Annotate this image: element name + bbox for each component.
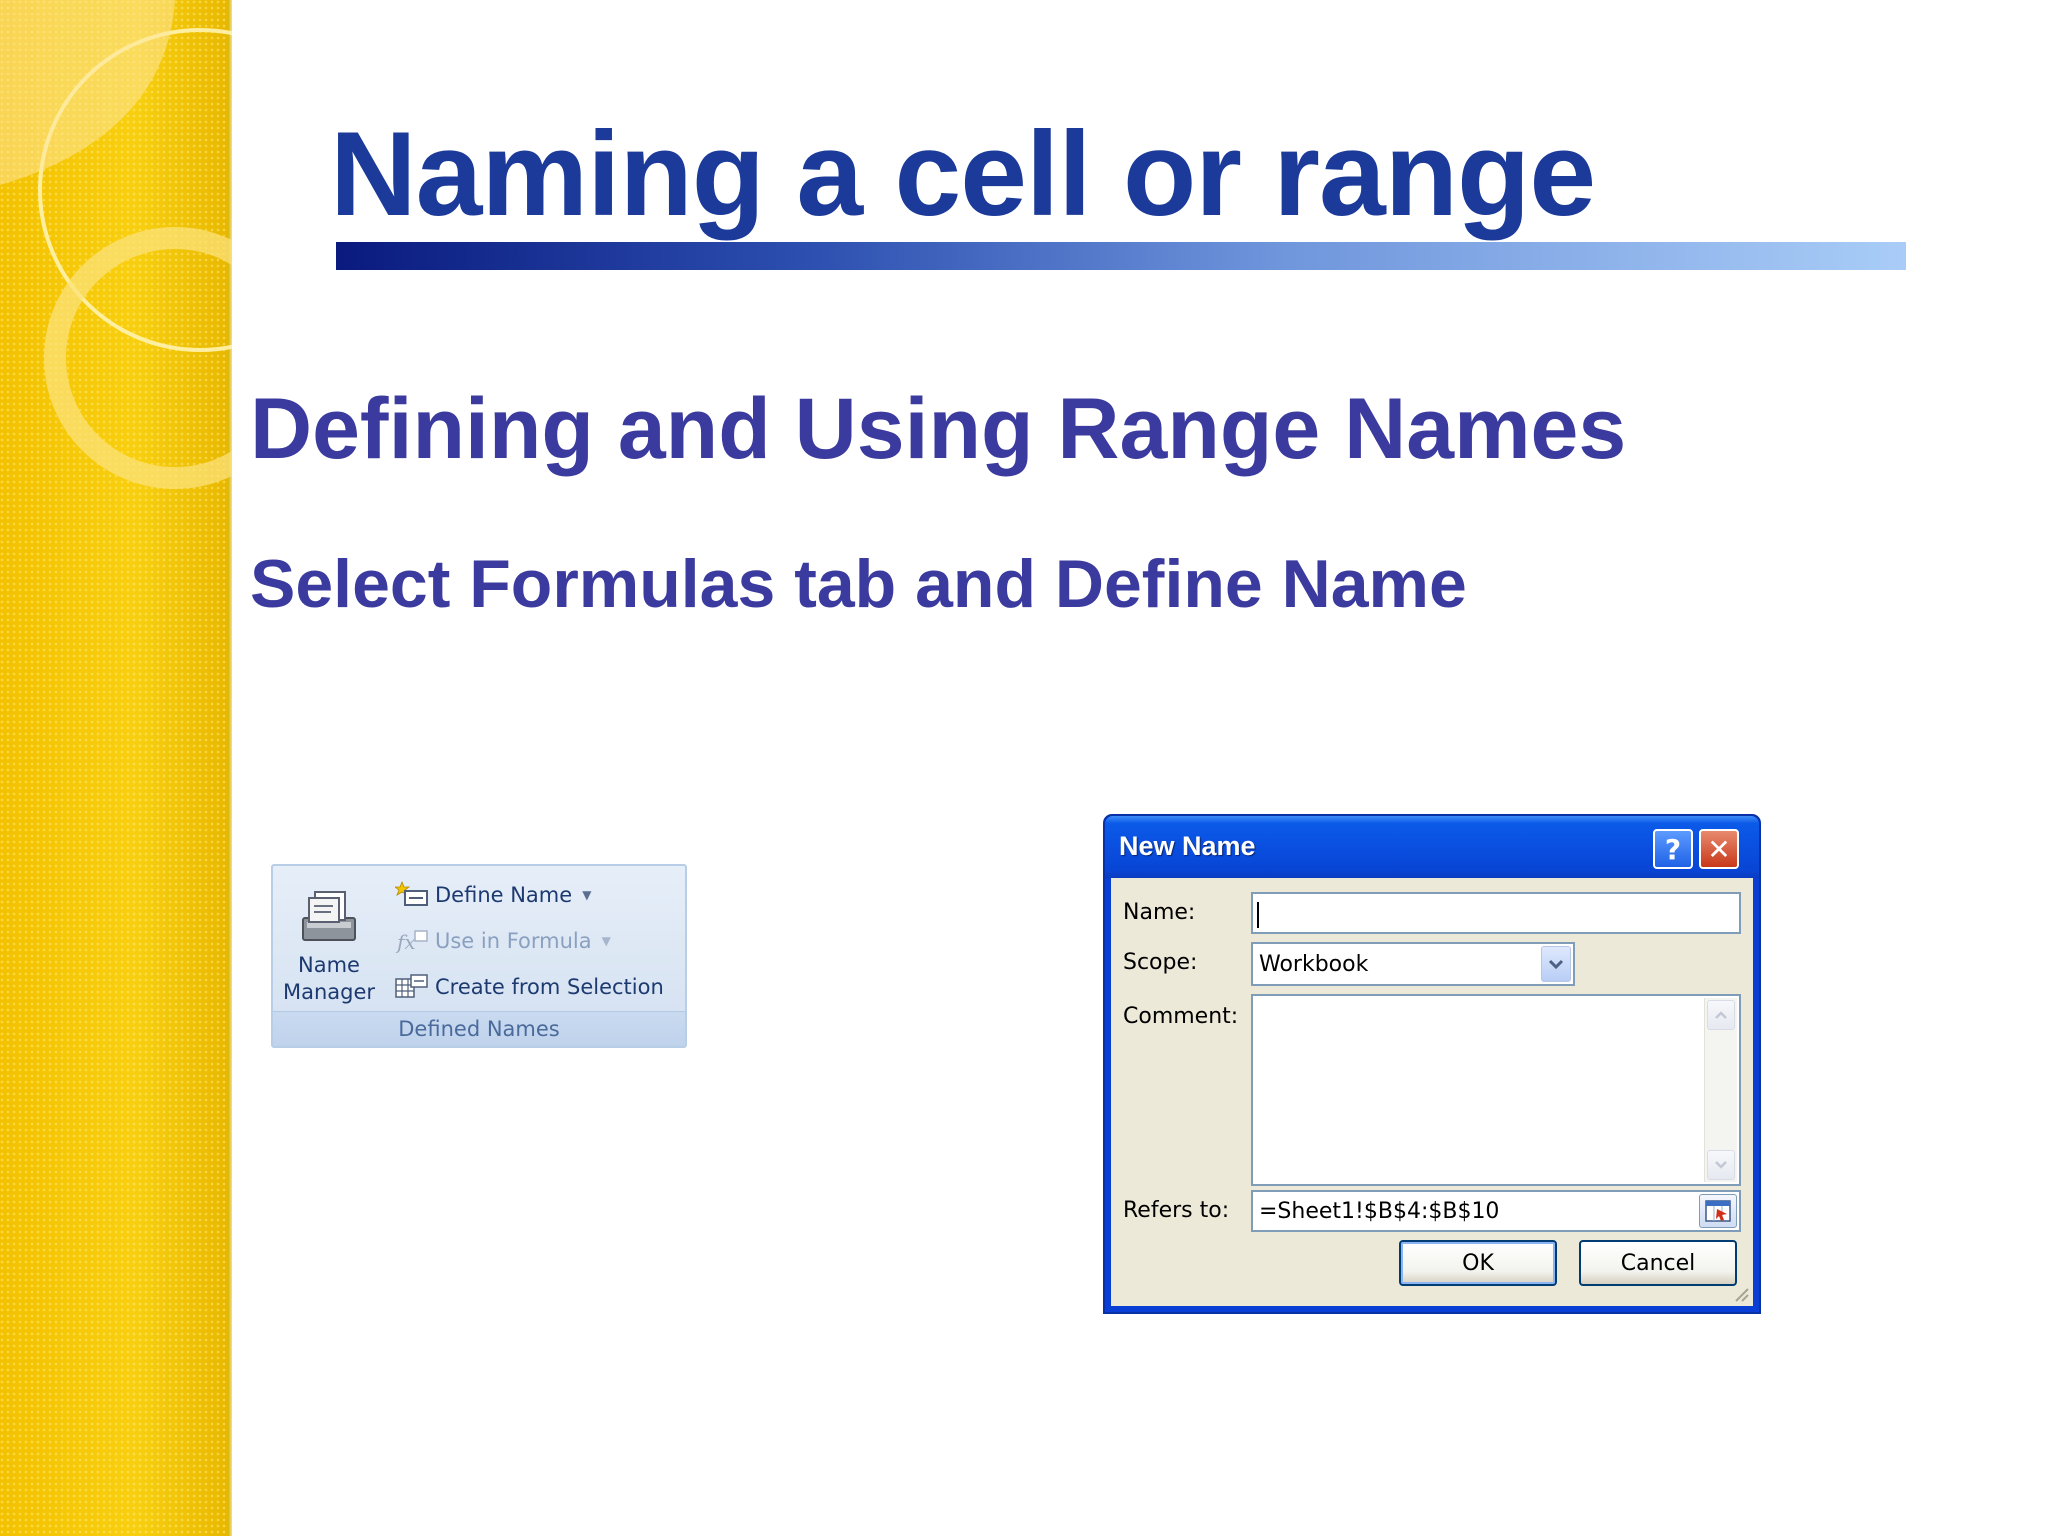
- close-button[interactable]: ✕: [1699, 829, 1739, 869]
- scope-dropdown-button[interactable]: [1541, 946, 1571, 982]
- chevron-down-icon: ▼: [582, 888, 592, 902]
- function-icon: fx: [395, 930, 428, 954]
- decorative-circles: [0, 0, 232, 489]
- chevron-down-icon: ▼: [601, 934, 611, 948]
- close-icon: ✕: [1707, 832, 1731, 866]
- refers-to-input[interactable]: =Sheet1!$B$4:$B$10: [1251, 1190, 1741, 1232]
- slide-title: Naming a cell or range: [330, 107, 1596, 241]
- name-manager-label: Name Manager: [282, 953, 376, 1004]
- dialog-titlebar[interactable]: New Name ? ✕: [1105, 816, 1759, 878]
- refers-to-value: =Sheet1!$B$4:$B$10: [1259, 1198, 1500, 1224]
- define-name-icon: [395, 881, 428, 906]
- help-icon: ?: [1664, 832, 1682, 866]
- text-caret: [1257, 902, 1259, 928]
- comment-textarea[interactable]: [1251, 994, 1741, 1186]
- dialog-title: New Name: [1119, 831, 1256, 861]
- comment-scrollbar[interactable]: [1704, 998, 1737, 1182]
- ribbon-group-label: Defined Names: [273, 1011, 685, 1046]
- use-in-formula-button[interactable]: fx Use in Formula ▼: [395, 924, 611, 958]
- cancel-button[interactable]: Cancel: [1579, 1240, 1737, 1286]
- create-from-selection-label: Create from Selection: [435, 975, 664, 999]
- name-input[interactable]: [1251, 892, 1741, 934]
- range-select-icon: [1705, 1200, 1731, 1222]
- resize-grip-icon[interactable]: [1733, 1286, 1749, 1302]
- create-from-selection-icon: [395, 974, 428, 998]
- chevron-down-icon: [1715, 1161, 1727, 1169]
- scroll-up-button[interactable]: [1707, 1000, 1735, 1030]
- help-button[interactable]: ?: [1653, 829, 1693, 869]
- collapse-dialog-button[interactable]: [1699, 1194, 1737, 1228]
- define-name-button[interactable]: Define Name ▼: [395, 878, 591, 912]
- name-manager-icon: [302, 891, 356, 941]
- chevron-up-icon: [1715, 1011, 1727, 1019]
- dialog-body: Name: Scope: Workbook Comment: Refers to…: [1111, 878, 1753, 1306]
- refers-to-label: Refers to:: [1123, 1198, 1230, 1223]
- scope-label: Scope:: [1123, 950, 1198, 975]
- svg-text:fx: fx: [395, 930, 416, 954]
- scroll-down-button[interactable]: [1707, 1150, 1735, 1180]
- scope-value: Workbook: [1259, 951, 1369, 977]
- name-manager-button[interactable]: Name Manager: [281, 874, 377, 1012]
- scope-select[interactable]: Workbook: [1251, 942, 1575, 986]
- ok-button[interactable]: OK: [1399, 1240, 1557, 1286]
- ribbon-defined-names-group: Name Manager Define Name ▼ fx Use in For…: [271, 864, 687, 1048]
- create-from-selection-button[interactable]: Create from Selection: [395, 970, 664, 1004]
- name-label: Name:: [1123, 900, 1196, 925]
- title-underline-bar: [336, 242, 1906, 270]
- slide-subtitle: Defining and Using Range Names: [250, 381, 1627, 477]
- use-in-formula-label: Use in Formula: [435, 929, 592, 953]
- slide-instruction: Select Formulas tab and Define Name: [250, 546, 1467, 622]
- comment-label: Comment:: [1123, 1004, 1239, 1029]
- define-name-label: Define Name: [435, 883, 573, 907]
- chevron-down-icon: [1548, 959, 1564, 970]
- new-name-dialog: New Name ? ✕ Name: Scope: Workbook Comme…: [1103, 814, 1761, 1314]
